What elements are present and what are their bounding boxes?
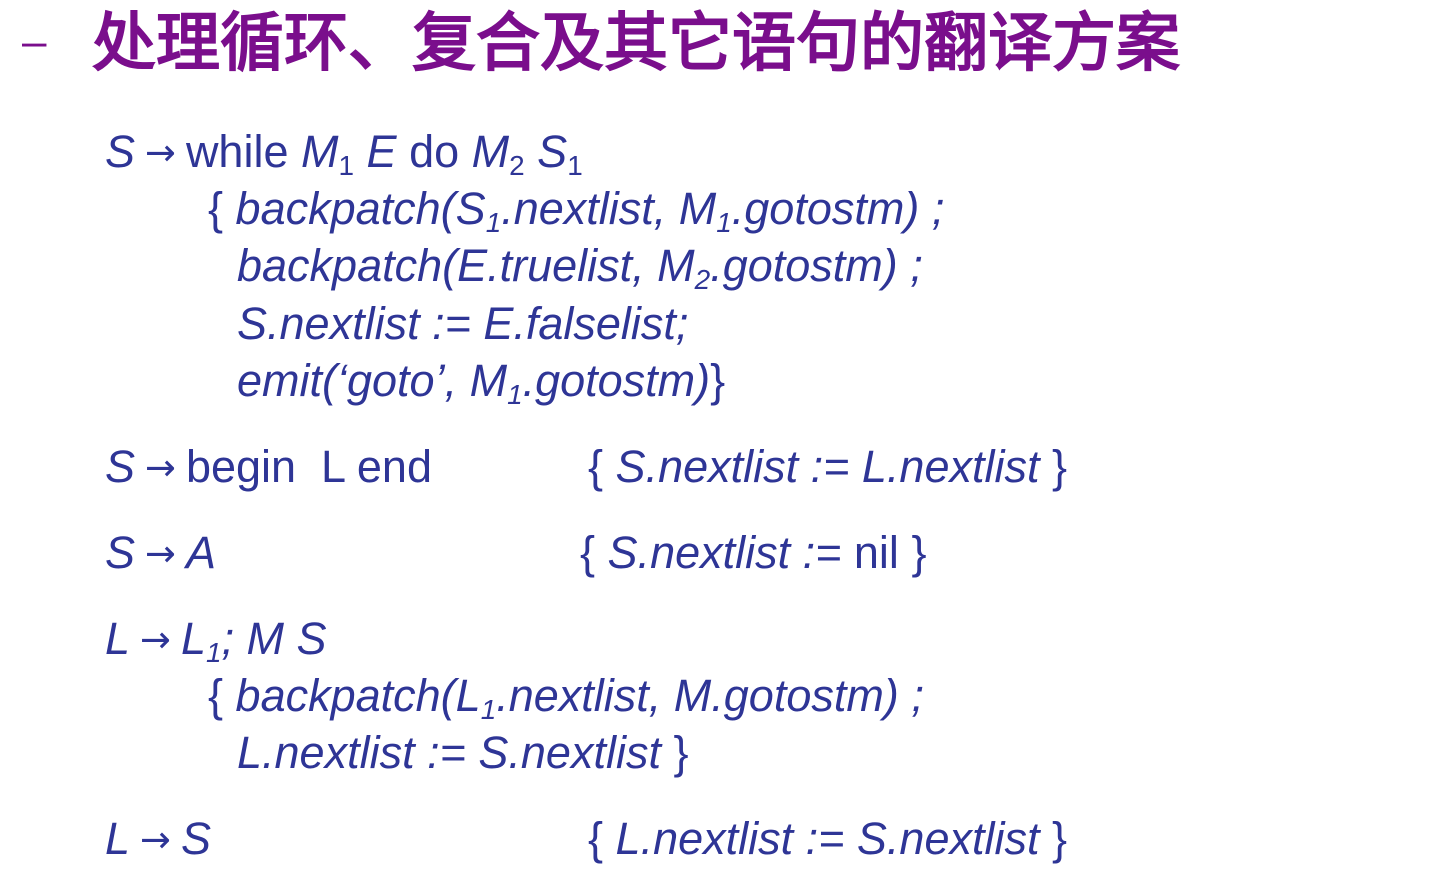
nil-value: nil bbox=[841, 527, 899, 578]
action-text: L.nextlist := S.nextlist bbox=[237, 727, 661, 778]
nonterminal-s: S bbox=[105, 527, 136, 578]
rule-assign-action: { S.nextlist := nil } bbox=[580, 525, 926, 581]
action-text: backpatch(E.truelist, M bbox=[237, 240, 695, 291]
subscript: 1 bbox=[480, 693, 497, 725]
subscript: 2 bbox=[694, 263, 711, 295]
arrow-icon: → bbox=[145, 131, 176, 175]
action-text: .nextlist, M.gotostm) ; bbox=[496, 670, 924, 721]
nonterminal-a: A bbox=[185, 527, 216, 578]
rule-assign-production: S → A bbox=[105, 525, 216, 582]
action-text: backpatch(L bbox=[235, 670, 481, 721]
rule-list-production: L → L1; M S bbox=[105, 611, 327, 668]
open-brace: { bbox=[588, 441, 616, 492]
rule-begin-action: { S.nextlist := L.nextlist } bbox=[588, 439, 1067, 495]
rule-while-production: S → while M1 E do M2 S1 bbox=[105, 124, 583, 181]
keyword-while: while bbox=[185, 126, 289, 177]
arrow-icon: → bbox=[145, 446, 176, 490]
rule-while-action-1: { backpatch(S1.nextlist, M1.gotostm) ; bbox=[208, 181, 944, 237]
keyword-do: do bbox=[409, 126, 460, 177]
open-brace: { bbox=[208, 670, 236, 721]
nonterminal-s: S bbox=[105, 441, 136, 492]
arrow-icon: → bbox=[140, 818, 171, 862]
nonterminal-e: E bbox=[366, 126, 397, 177]
open-brace: { bbox=[580, 527, 608, 578]
rule-begin-production: S → begin L end bbox=[105, 439, 432, 496]
rule-list-action-2: L.nextlist := S.nextlist } bbox=[237, 725, 689, 781]
arrow-icon: → bbox=[145, 532, 176, 576]
rule-single-action: { L.nextlist := S.nextlist } bbox=[588, 811, 1067, 867]
close-brace: } bbox=[710, 355, 726, 406]
close-brace: } bbox=[660, 727, 689, 778]
subscript: 1 bbox=[205, 636, 222, 668]
action-text: S.nextlist := L.nextlist bbox=[615, 441, 1040, 492]
open-brace: { bbox=[588, 813, 616, 864]
subscript: 2 bbox=[509, 149, 525, 181]
close-brace: } bbox=[898, 527, 927, 578]
action-text: L.nextlist := S.nextlist bbox=[615, 813, 1040, 864]
arrow-icon: → bbox=[140, 618, 171, 662]
action-text: .gotostm) bbox=[522, 355, 711, 406]
bullet-dash: – bbox=[22, 17, 47, 66]
action-text: .nextlist, M bbox=[501, 183, 717, 234]
close-brace: } bbox=[1039, 441, 1068, 492]
production-rhs: begin L end bbox=[185, 441, 432, 492]
marker-m1: M bbox=[301, 126, 339, 177]
subscript: 1 bbox=[716, 206, 732, 238]
nonterminal-l1: L bbox=[180, 613, 206, 664]
rule-list-action-1: { backpatch(L1.nextlist, M.gotostm) ; bbox=[208, 668, 924, 724]
nonterminal-l: L bbox=[105, 813, 131, 864]
rule-while-action-2: backpatch(E.truelist, M2.gotostm) ; bbox=[237, 238, 923, 294]
subscript: 1 bbox=[507, 378, 523, 410]
production-rhs: ; M S bbox=[221, 613, 327, 664]
action-text: S.nextlist := E.falselist; bbox=[237, 298, 689, 349]
action-text: .gotostm) ; bbox=[731, 183, 945, 234]
action-text: .gotostm) ; bbox=[710, 240, 923, 291]
rule-while-action-3: S.nextlist := E.falselist; bbox=[237, 296, 688, 352]
slide: – 处理循环、复合及其它语句的翻译方案 S → while M1 E do M2 S… bbox=[0, 0, 1442, 869]
rule-single-production: L → S bbox=[105, 811, 211, 868]
nonterminal-s1: S bbox=[537, 126, 568, 177]
close-brace: } bbox=[1039, 813, 1068, 864]
nonterminal-l: L bbox=[105, 613, 131, 664]
action-text: S.nextlist := bbox=[607, 527, 842, 578]
action-text: backpatch(S bbox=[235, 183, 486, 234]
marker-m2: M bbox=[471, 126, 510, 177]
subscript: 1 bbox=[338, 149, 355, 181]
subscript: 1 bbox=[567, 149, 583, 181]
slide-title: 处理循环、复合及其它语句的翻译方案 bbox=[92, 7, 1180, 81]
action-text: emit(‘goto’, M bbox=[237, 355, 508, 406]
nonterminal-s: S bbox=[105, 126, 136, 177]
open-brace: { bbox=[208, 183, 236, 234]
rule-while-action-4: emit(‘goto’, M1.gotostm)} bbox=[237, 353, 725, 409]
nonterminal-s: S bbox=[180, 813, 211, 864]
subscript: 1 bbox=[485, 206, 502, 238]
